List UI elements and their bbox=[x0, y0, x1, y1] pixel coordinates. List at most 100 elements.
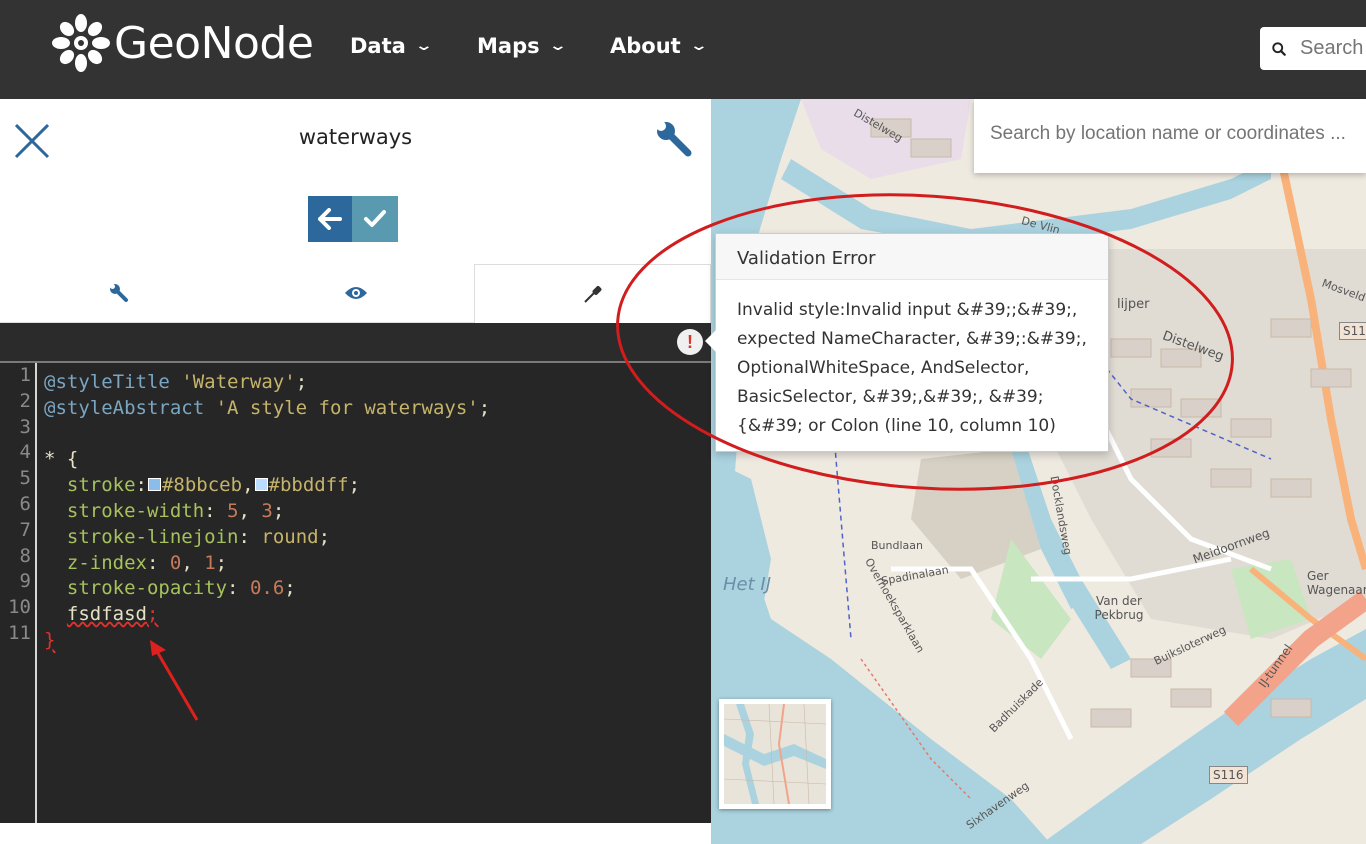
popover-title: Validation Error bbox=[716, 234, 1108, 280]
geonode-logo-icon bbox=[52, 14, 110, 72]
nav-menu-label: About bbox=[610, 34, 681, 58]
brand-name: GeoNode bbox=[114, 17, 314, 69]
code-line: } bbox=[44, 628, 490, 654]
code-line: @styleTitle 'Waterway'; bbox=[44, 371, 308, 393]
search-icon bbox=[1272, 41, 1286, 56]
code-token: z-index bbox=[66, 551, 147, 574]
line-number: 4 bbox=[19, 441, 31, 464]
code-line: z-index: 0, 1; bbox=[66, 551, 228, 574]
color-swatch[interactable] bbox=[147, 477, 161, 491]
popover-message-line: OptionalWhiteSpace, AndSelector, bbox=[737, 358, 1030, 378]
line-number: 2 bbox=[19, 389, 31, 412]
chevron-down-icon: ⌄ bbox=[414, 38, 434, 54]
code-content[interactable]: @styleTitle 'Waterway'; @styleAbstract '… bbox=[44, 370, 490, 654]
eyedropper-icon bbox=[583, 286, 601, 303]
line-number-gutter: 1 2 3 4 5 6 7 8 9 10 11 bbox=[0, 363, 37, 823]
nav-menu-about[interactable]: About ⌄ bbox=[610, 34, 708, 58]
code-token: #bbddff bbox=[268, 474, 349, 497]
navbar-search-input[interactable] bbox=[1300, 37, 1366, 60]
line-number: 5 bbox=[19, 467, 31, 490]
code-line: stroke-opacity: 0.6; bbox=[66, 577, 296, 600]
popover-message: Invalid style:Invalid input &#39;;&#39;,… bbox=[716, 280, 1108, 441]
code-token: 'A style for waterways' bbox=[215, 396, 479, 419]
editor-toolbar: ! bbox=[0, 323, 711, 361]
error-token: fsdfasd bbox=[66, 603, 147, 626]
code-line: * { bbox=[44, 448, 79, 471]
code-token: round bbox=[261, 525, 319, 548]
eye-icon bbox=[344, 287, 367, 299]
panel-footer bbox=[0, 823, 711, 844]
map-label: Bundlaan bbox=[871, 539, 923, 552]
navbar-search[interactable] bbox=[1260, 27, 1366, 70]
road-shield: S116 bbox=[1209, 766, 1248, 784]
road-shield: S11 bbox=[1339, 322, 1366, 340]
top-navbar: GeoNode Data ⌄ Maps ⌄ About ⌄ bbox=[0, 0, 1366, 99]
line-number: 9 bbox=[19, 570, 31, 593]
overview-map[interactable] bbox=[719, 699, 831, 809]
chevron-down-icon: ⌄ bbox=[689, 38, 708, 54]
line-number: 3 bbox=[19, 415, 31, 438]
css-code-editor[interactable]: 1 2 3 4 5 6 7 8 9 10 11 @styleTitle 'Wat… bbox=[0, 361, 711, 823]
line-number: 1 bbox=[19, 364, 31, 386]
code-token: 3 bbox=[261, 499, 273, 522]
code-line: fsdfasd; bbox=[66, 603, 159, 626]
color-swatch[interactable] bbox=[254, 477, 268, 491]
code-line: stroke-width: 5, 3; bbox=[66, 499, 285, 522]
map-label: Van der Pekbrug bbox=[1094, 594, 1144, 622]
nav-menu-label: Data bbox=[350, 34, 406, 58]
code-token: @styleAbstract bbox=[44, 396, 205, 419]
line-number: 11 bbox=[8, 621, 31, 644]
code-token: #8bbceb bbox=[161, 474, 243, 497]
line-number: 8 bbox=[19, 544, 31, 567]
location-search[interactable] bbox=[974, 99, 1366, 173]
nav-menu-label: Maps bbox=[477, 34, 540, 58]
code-line: stroke-linejoin: round; bbox=[66, 525, 331, 548]
error-badge-icon[interactable]: ! bbox=[677, 329, 703, 355]
code-token: 'Waterway' bbox=[181, 371, 296, 393]
popover-message-line: expected NameCharacter, &#39;:&#39;, bbox=[737, 329, 1087, 349]
popover-message-line: BasicSelector, &#39;,&#39;, &#39; bbox=[737, 387, 1044, 407]
code-token: stroke-linejoin bbox=[66, 525, 239, 548]
validation-error-popover: Validation Error Invalid style:Invalid i… bbox=[705, 233, 1109, 452]
code-token: stroke-opacity bbox=[66, 577, 228, 600]
code-token: 5 bbox=[227, 499, 239, 522]
popover-message-line: Invalid style:Invalid input &#39;;&#39;, bbox=[737, 300, 1078, 320]
wrench-icon[interactable] bbox=[654, 119, 694, 159]
check-icon bbox=[364, 210, 386, 227]
popover-message-line: {&#39; or Colon (line 10, column 10) bbox=[737, 416, 1056, 436]
apply-button[interactable] bbox=[352, 196, 398, 242]
chevron-down-icon: ⌄ bbox=[548, 38, 567, 54]
tab-preview[interactable] bbox=[237, 264, 474, 323]
tab-style-code[interactable] bbox=[474, 264, 711, 323]
line-number: 10 bbox=[8, 596, 31, 619]
code-token: 0.6 bbox=[249, 577, 285, 600]
brand[interactable]: GeoNode bbox=[52, 14, 314, 72]
code-token: 1 bbox=[204, 551, 216, 574]
nav-menu-maps[interactable]: Maps ⌄ bbox=[477, 34, 567, 58]
code-line: stroke: #8bbceb, #bbddff; bbox=[66, 474, 361, 497]
map-label: lijper bbox=[1117, 297, 1150, 312]
editor-actions bbox=[308, 196, 398, 242]
tab-settings[interactable] bbox=[0, 264, 237, 323]
code-line: @styleAbstract 'A style for waterways'; bbox=[44, 396, 491, 419]
line-number: 7 bbox=[19, 518, 31, 541]
code-token: stroke bbox=[66, 474, 136, 497]
arrow-left-icon bbox=[318, 208, 342, 230]
style-tabs bbox=[0, 264, 711, 323]
location-search-input[interactable] bbox=[990, 123, 1360, 145]
overview-map-thumbnail bbox=[723, 703, 827, 805]
code-token: 0 bbox=[169, 551, 182, 574]
code-token: stroke-width bbox=[66, 499, 205, 522]
style-editor-panel: waterways ! 1 2 3 4 5 6 7 8 9 10 11 @sty… bbox=[0, 99, 711, 844]
back-button[interactable] bbox=[308, 196, 352, 242]
layer-title: waterways bbox=[298, 125, 413, 149]
popover-arrow bbox=[705, 330, 716, 352]
code-token: } bbox=[44, 628, 56, 651]
map-label: Het IJ bbox=[723, 574, 772, 595]
map-label: Ger Wagenaar bbox=[1307, 569, 1366, 597]
wrench-icon bbox=[109, 284, 128, 302]
code-token: @styleTitle bbox=[44, 371, 170, 393]
nav-menu-data[interactable]: Data ⌄ bbox=[350, 34, 434, 58]
line-number: 6 bbox=[19, 492, 31, 515]
